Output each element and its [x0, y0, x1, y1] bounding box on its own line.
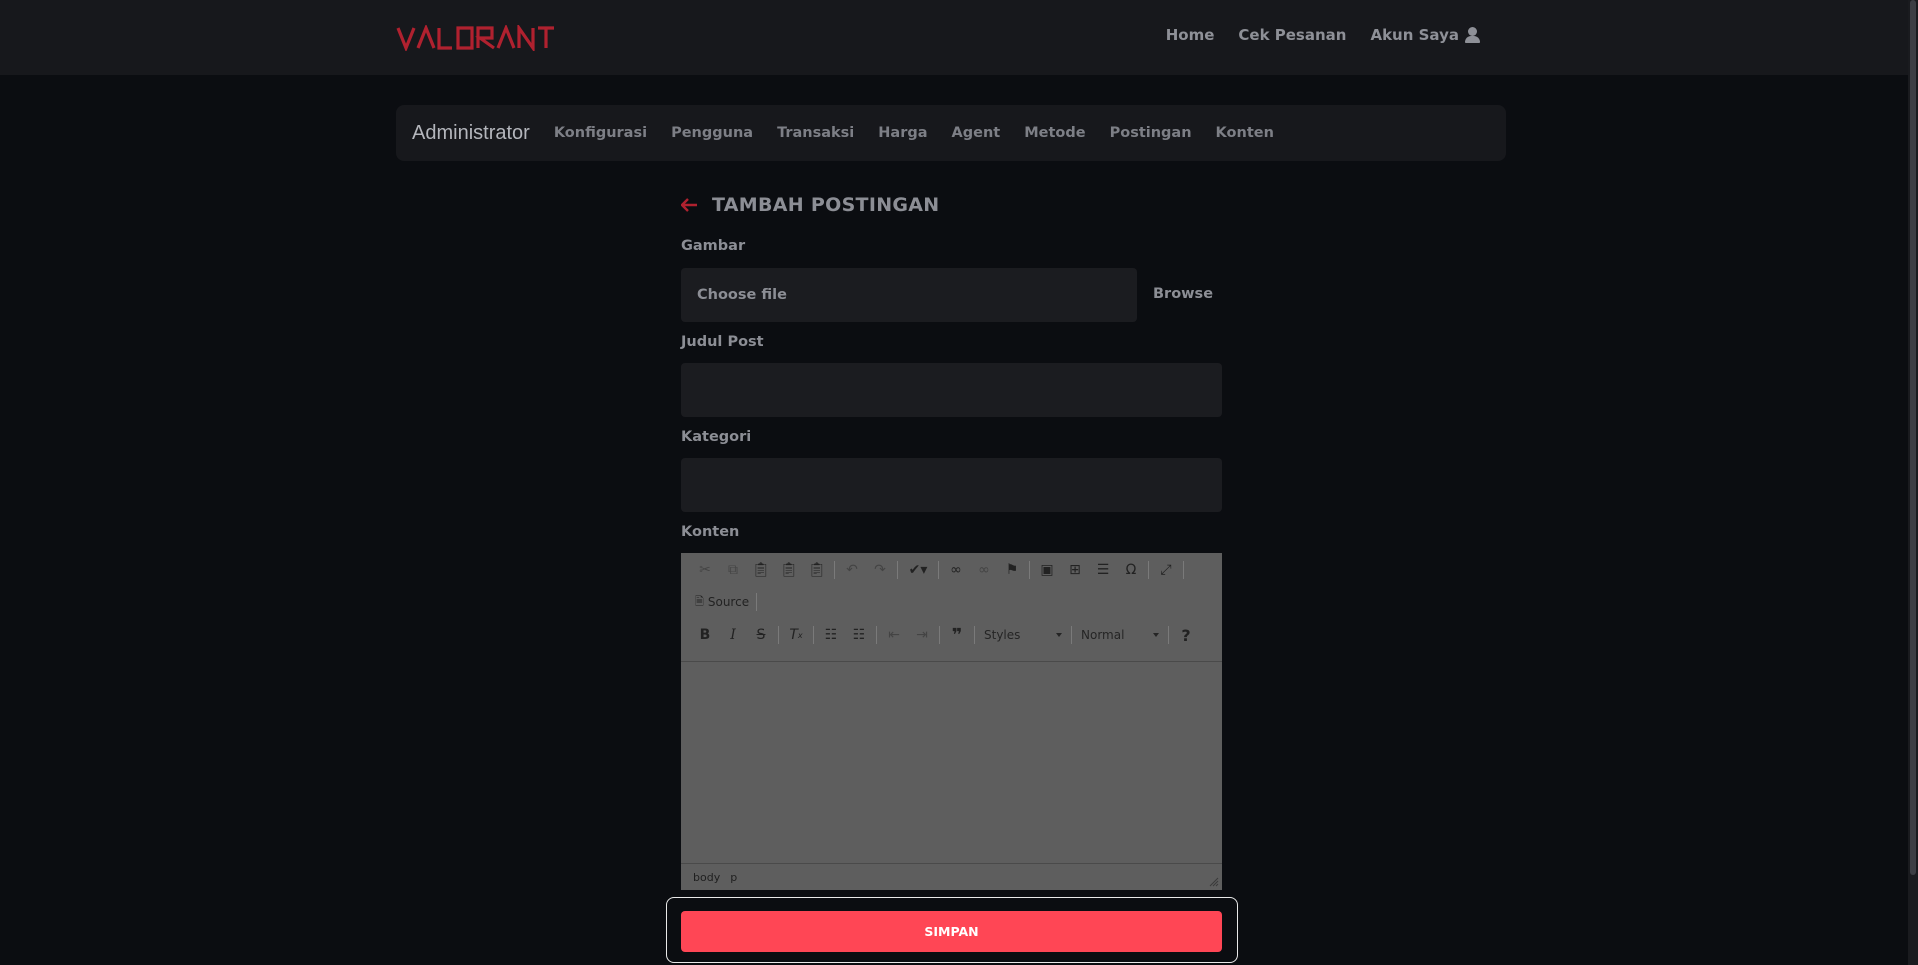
help-icon[interactable]: ?: [1172, 623, 1200, 647]
admin-link-konten[interactable]: Konten: [1216, 125, 1274, 141]
content-label: Konten: [681, 524, 740, 540]
nav-akun-saya-label: Akun Saya: [1370, 26, 1459, 44]
special-char-icon[interactable]: Ω: [1117, 558, 1145, 582]
form-header: TAMBAH POSTINGAN: [681, 190, 1222, 220]
browse-button[interactable]: Browse: [1153, 286, 1213, 302]
bold-icon[interactable]: B: [691, 623, 719, 647]
bulleted-list-icon[interactable]: ☷: [845, 623, 873, 647]
admin-navbar: Administrator Konfigurasi Pengguna Trans…: [396, 105, 1506, 161]
title-label: Judul Post: [681, 334, 764, 350]
paste-word-icon[interactable]: 📋︎: [803, 558, 831, 582]
horizontal-rule-icon[interactable]: ☰: [1089, 558, 1117, 582]
back-arrow-icon[interactable]: [681, 198, 698, 212]
save-button[interactable]: SIMPAN: [681, 911, 1222, 952]
nav-akun-saya[interactable]: Akun Saya: [1370, 26, 1480, 44]
remove-format-icon[interactable]: Tx: [782, 623, 810, 647]
admin-link-transaksi[interactable]: Transaksi: [777, 125, 854, 141]
styles-label: Styles: [984, 628, 1021, 642]
source-button[interactable]: 🗎︎ Source: [691, 590, 753, 614]
toolbar-separator: [1168, 626, 1169, 644]
nav-home[interactable]: Home: [1166, 26, 1215, 44]
rich-text-editor: ✂ ⧉ 📋︎ 📋︎ 📋︎ ↶ ↷ ✔▾ ∞ ∞ ⚑ ▣ ⊞ ☰ Ω ⤢ 🗎︎ S…: [681, 553, 1222, 890]
toolbar-separator: [876, 626, 877, 644]
toolbar-separator: [939, 626, 940, 644]
chevron-down-icon: [1056, 633, 1062, 637]
toolbar-separator: [1071, 626, 1072, 644]
editor-toolbar-row-2: 🗎︎ Source: [691, 589, 760, 615]
toolbar-separator: [1029, 561, 1030, 579]
styles-dropdown[interactable]: Styles: [978, 624, 1068, 646]
user-icon: [1465, 27, 1480, 43]
toolbar-separator: [938, 561, 939, 579]
toolbar-separator: [1183, 561, 1184, 579]
toolbar-separator: [813, 626, 814, 644]
table-icon[interactable]: ⊞: [1061, 558, 1089, 582]
unlink-icon[interactable]: ∞: [970, 558, 998, 582]
post-title-input[interactable]: [681, 363, 1222, 417]
editor-toolbar-row-1: ✂ ⧉ 📋︎ 📋︎ 📋︎ ↶ ↷ ✔▾ ∞ ∞ ⚑ ▣ ⊞ ☰ Ω ⤢: [691, 557, 1187, 583]
link-icon[interactable]: ∞: [942, 558, 970, 582]
image-icon[interactable]: ▣: [1033, 558, 1061, 582]
toolbar-separator: [897, 561, 898, 579]
image-label: Gambar: [681, 238, 746, 254]
decrease-indent-icon[interactable]: ⇤: [880, 623, 908, 647]
toolbar-separator: [756, 593, 758, 611]
admin-link-agent[interactable]: Agent: [952, 125, 1001, 141]
italic-icon[interactable]: I: [719, 623, 747, 647]
path-p[interactable]: p: [730, 871, 737, 884]
add-post-form: TAMBAH POSTINGAN Gambar Choose file Brow…: [681, 190, 1222, 890]
image-file-input[interactable]: Choose file: [681, 268, 1137, 322]
logo-icon: [396, 25, 554, 51]
admin-link-metode[interactable]: Metode: [1024, 125, 1085, 141]
admin-link-postingan[interactable]: Postingan: [1110, 125, 1192, 141]
toolbar-separator: [834, 561, 835, 579]
blockquote-icon[interactable]: ❞: [943, 623, 971, 647]
file-placeholder: Choose file: [697, 287, 787, 303]
admin-link-harga[interactable]: Harga: [878, 125, 927, 141]
undo-icon[interactable]: ↶: [838, 558, 866, 582]
source-label: Source: [707, 595, 750, 609]
format-dropdown[interactable]: Normal: [1075, 624, 1165, 646]
anchor-flag-icon[interactable]: ⚑: [998, 558, 1026, 582]
spellcheck-icon[interactable]: ✔▾: [901, 558, 935, 582]
editor-content-area[interactable]: [681, 661, 1222, 863]
strikethrough-icon[interactable]: S: [747, 623, 775, 647]
format-label: Normal: [1081, 628, 1125, 642]
redo-icon[interactable]: ↷: [866, 558, 894, 582]
resize-handle-icon[interactable]: [1209, 877, 1219, 887]
top-navbar: Home Cek Pesanan Akun Saya: [0, 0, 1908, 75]
category-input[interactable]: [681, 458, 1222, 512]
increase-indent-icon[interactable]: ⇥: [908, 623, 936, 647]
paste-text-icon[interactable]: 📋︎: [775, 558, 803, 582]
editor-path-bar: body p: [681, 863, 1222, 890]
paste-icon[interactable]: 📋︎: [747, 558, 775, 582]
admin-links: Konfigurasi Pengguna Transaksi Harga Age…: [554, 125, 1274, 141]
toolbar-separator: [778, 626, 779, 644]
admin-link-pengguna[interactable]: Pengguna: [671, 125, 753, 141]
toolbar-separator: [974, 626, 975, 644]
numbered-list-icon[interactable]: ☷: [817, 623, 845, 647]
scrollbar-thumb[interactable]: [1910, 0, 1916, 875]
chevron-down-icon: [1153, 633, 1159, 637]
maximize-icon[interactable]: ⤢: [1152, 558, 1180, 582]
toolbar-separator: [1148, 561, 1149, 579]
path-body[interactable]: body: [693, 871, 720, 884]
page-title: TAMBAH POSTINGAN: [712, 194, 940, 216]
admin-link-konfigurasi[interactable]: Konfigurasi: [554, 125, 647, 141]
page-scrollbar[interactable]: [1908, 0, 1918, 965]
admin-brand[interactable]: Administrator: [412, 122, 530, 145]
category-label: Kategori: [681, 429, 752, 445]
copy-icon[interactable]: ⧉: [719, 558, 747, 582]
cut-icon[interactable]: ✂: [691, 558, 719, 582]
nav-cek-pesanan[interactable]: Cek Pesanan: [1238, 26, 1346, 44]
valorant-logo[interactable]: [396, 22, 556, 54]
top-nav: Home Cek Pesanan Akun Saya: [1166, 22, 1480, 48]
source-icon: 🗎︎: [695, 594, 704, 608]
editor-toolbar-row-3: B I S Tx ☷ ☷ ⇤ ⇥ ❞ Styles Normal ?: [691, 622, 1200, 648]
